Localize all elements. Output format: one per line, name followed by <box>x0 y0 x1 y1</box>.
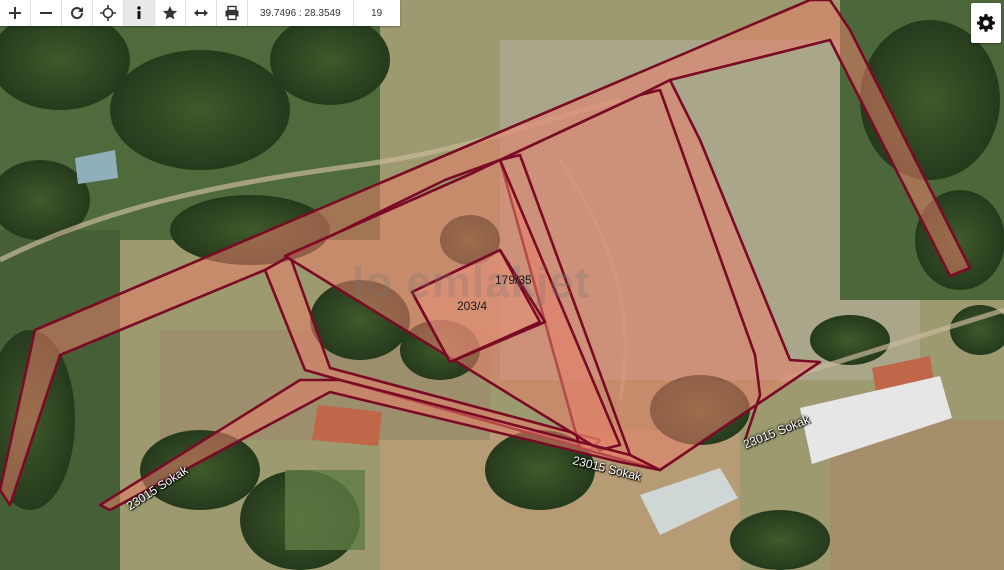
refresh-icon <box>71 7 83 19</box>
locate-button[interactable] <box>93 0 124 26</box>
plus-icon <box>9 7 21 19</box>
crosshair-icon <box>100 5 116 21</box>
measure-button[interactable] <box>186 0 217 26</box>
arrows-horizontal-icon <box>194 9 208 17</box>
gear-icon <box>977 14 995 32</box>
coordinate-readout: 39.7496 : 28.3549 <box>248 0 354 26</box>
minus-icon <box>40 12 52 14</box>
favorite-button[interactable] <box>155 0 186 26</box>
info-button[interactable] <box>124 0 155 26</box>
settings-button[interactable] <box>971 3 1001 43</box>
star-icon <box>162 6 178 20</box>
zoom-in-button[interactable] <box>0 0 31 26</box>
parcel-label-203-4[interactable]: 203/4 <box>457 299 487 313</box>
map-toolbar: 39.7496 : 28.3549 19 <box>0 0 400 26</box>
printer-icon <box>225 5 239 21</box>
zoom-out-button[interactable] <box>31 0 62 26</box>
refresh-button[interactable] <box>62 0 93 26</box>
print-button[interactable] <box>217 0 248 26</box>
zoom-level: 19 <box>371 7 383 19</box>
parcel-label-179-35[interactable]: 179/35 <box>495 273 532 287</box>
info-icon <box>137 6 141 19</box>
